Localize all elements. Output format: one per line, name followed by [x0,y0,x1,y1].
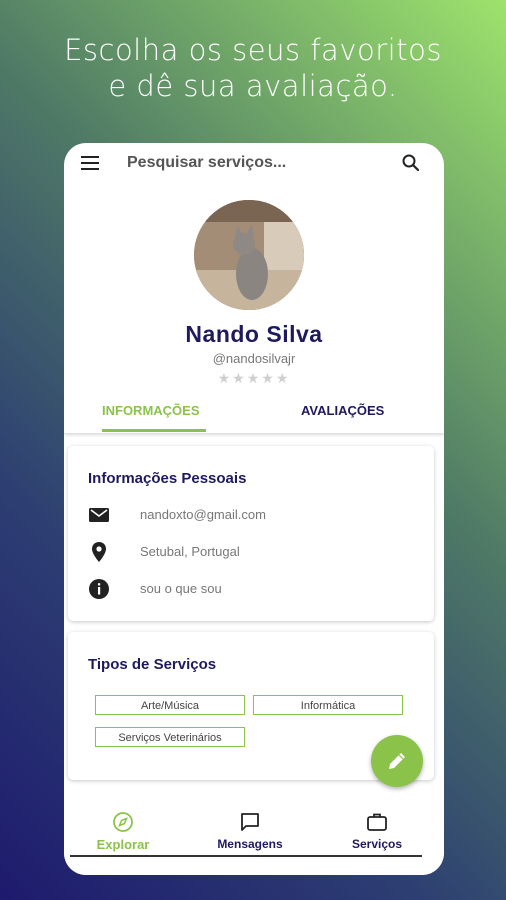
service-chip[interactable]: Informática [253,695,403,715]
nav-explorar-label: Explorar [96,837,150,852]
info-icon [89,579,109,599]
edit-fab-button[interactable] [371,735,423,787]
profile-username: @nandosilvajr [212,351,296,366]
headline-line-1: Escolha os seus favoritos [64,33,442,67]
active-tab-indicator [102,429,206,432]
about-text: sou o que sou [140,581,222,596]
nav-servicos-label: Serviços [351,837,403,851]
cat-photo [194,200,304,310]
location-pin-icon [92,542,106,562]
search-icon[interactable] [401,153,421,173]
top-search-bar: Pesquisar serviços... [64,143,444,183]
location-text: Setubal, Portugal [140,544,240,559]
menu-icon[interactable] [81,156,99,170]
personal-info-title: Informações Pessoais [88,470,247,487]
pencil-icon [389,753,405,769]
nav-mensagens-label: Mensagens [217,837,283,851]
search-input[interactable]: Pesquisar serviços... [127,154,286,172]
avatar [194,200,304,310]
tab-avaliacoes[interactable]: AVALIAÇÕES [301,403,384,418]
headline-line-2: e dê sua avaliação. [108,69,398,103]
profile-name: Nando Silva [185,321,323,347]
about-row: sou o que sou [88,578,428,602]
tab-informacoes[interactable]: INFORMAÇÕES [102,403,200,418]
services-title: Tipos de Serviços [88,656,217,673]
bottom-navigation: Explorar Mensagens Serviços [64,803,444,875]
service-chip[interactable]: Arte/Música [95,695,245,715]
email-icon [89,508,109,522]
profile-tabs: INFORMAÇÕES AVALIAÇÕES [64,395,444,433]
nav-explorar[interactable]: Explorar [68,811,178,852]
email-row: nandoxto@gmail.com [88,504,428,528]
briefcase-icon [367,813,387,831]
promo-headline: Escolha os seus favoritos e dê sua avali… [0,32,506,104]
location-row: Setubal, Portugal [88,541,428,565]
nav-servicos[interactable]: Serviços [322,811,432,851]
personal-info-card: Informações Pessoais nandoxto@gmail.com … [68,446,434,621]
compass-icon [113,812,133,832]
service-chip[interactable]: Serviços Veterinários [95,727,245,747]
home-indicator [70,855,422,857]
email-text: nandoxto@gmail.com [140,507,266,522]
message-icon [241,813,259,831]
phone-screen: Pesquisar serviços... Nando Silva @nando… [64,143,444,875]
rating-stars[interactable]: ★★★★★ [64,370,444,387]
nav-mensagens[interactable]: Mensagens [195,811,305,851]
